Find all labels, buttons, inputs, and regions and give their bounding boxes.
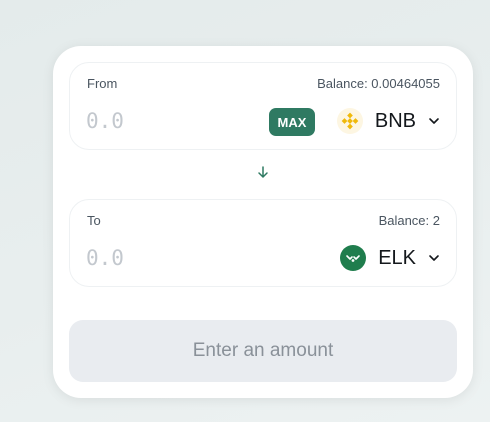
- max-button[interactable]: MAX: [269, 108, 315, 136]
- from-balance: Balance: 0.00464055: [317, 76, 440, 91]
- chevron-down-icon: [428, 115, 440, 127]
- elk-icon: [340, 245, 367, 271]
- chevron-down-icon: [428, 252, 440, 264]
- from-label: From: [87, 76, 118, 91]
- to-balance: Balance: 2: [378, 213, 440, 228]
- to-amount-input[interactable]: [86, 243, 226, 273]
- enter-amount-button[interactable]: Enter an amount: [69, 320, 457, 382]
- bnb-icon: [336, 108, 363, 134]
- arrow-down-icon[interactable]: [256, 165, 270, 179]
- to-panel: To Balance: 2 ELK: [69, 199, 457, 287]
- to-token-symbol: ELK: [378, 246, 416, 269]
- from-amount-input[interactable]: [86, 106, 226, 136]
- from-token-select[interactable]: BNB: [336, 105, 440, 137]
- swap-card: From Balance: 0.00464055 MAX BNB: [53, 46, 473, 398]
- from-token-symbol: BNB: [374, 109, 416, 132]
- from-panel: From Balance: 0.00464055 MAX BNB: [69, 62, 457, 150]
- to-token-select[interactable]: ELK: [340, 242, 440, 274]
- to-label: To: [87, 213, 101, 228]
